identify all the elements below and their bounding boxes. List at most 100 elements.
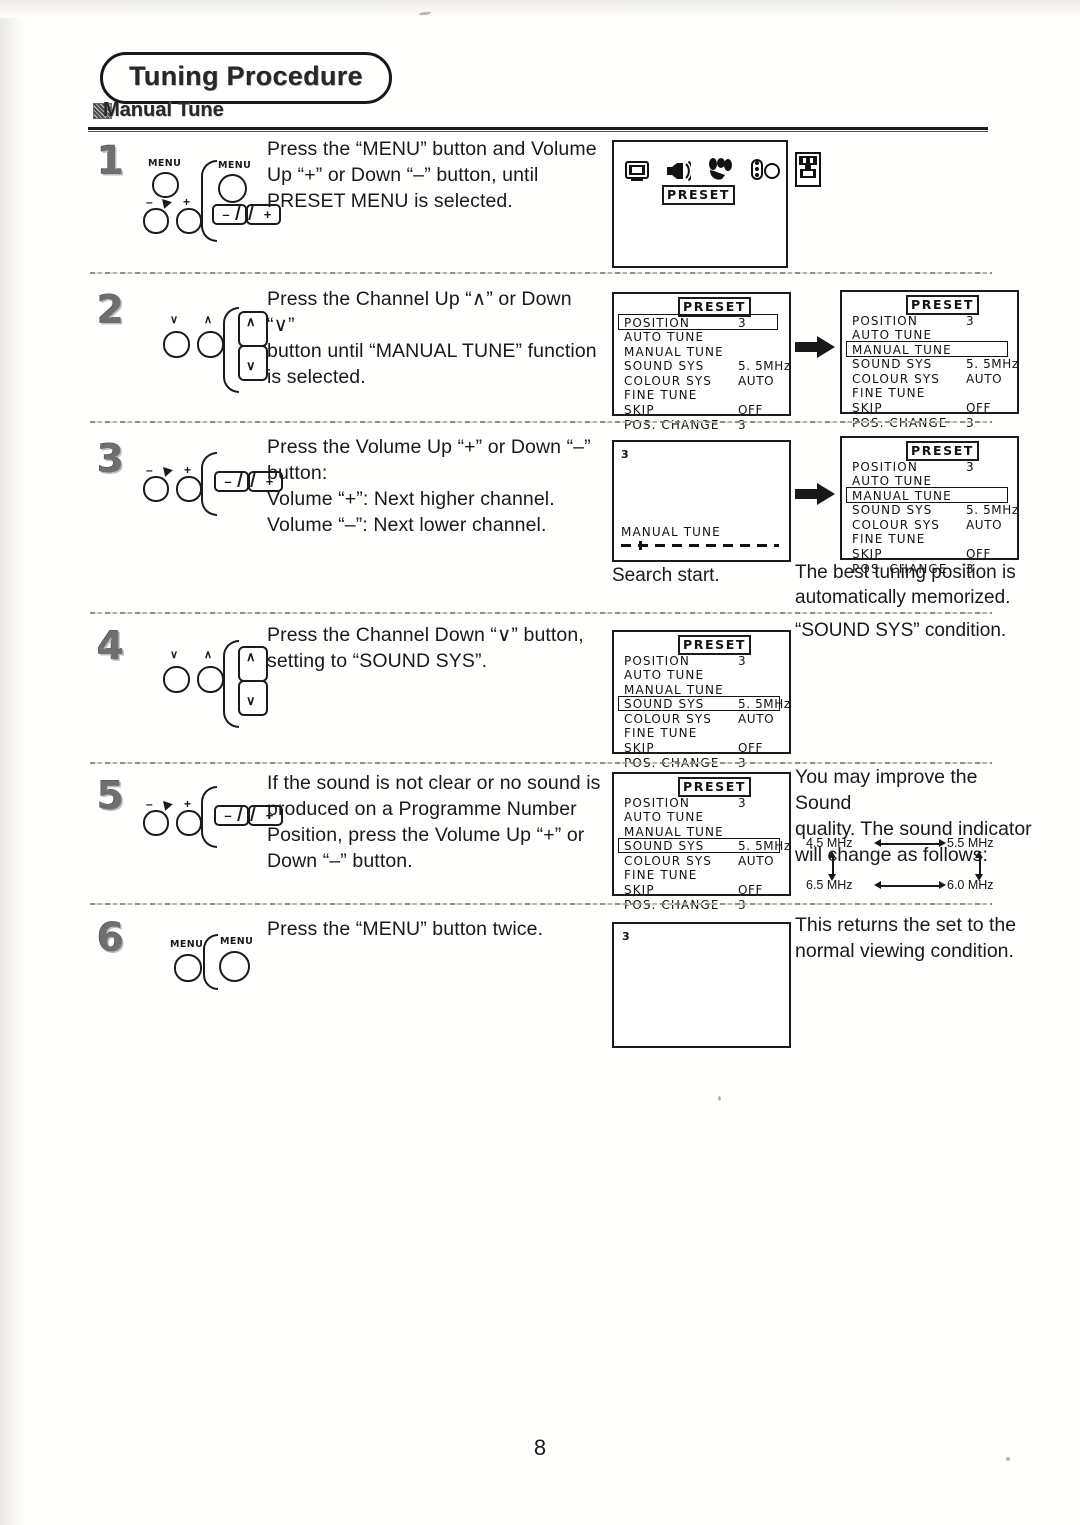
channel-down-key-symbol: ∨ (246, 358, 256, 373)
instruction-line: If the sound is not clear or no sound is (267, 772, 601, 794)
remote-volume-down-label: – (224, 474, 232, 489)
remote-volume-down-key[interactable]: – (214, 805, 249, 826)
step3-caption-left: Search start. (612, 565, 720, 586)
instruction-line: Volume “–”: Next lower channel. (267, 514, 547, 536)
step4-control-diagram: ∨ ∧ ∧ ∨ (150, 638, 270, 728)
menu-value: 3 (966, 459, 975, 474)
menu-label: COLOUR SYS (624, 711, 713, 726)
menu-label: FINE TUNE (852, 386, 926, 401)
note-line: You may improve the Sound (795, 766, 978, 814)
cycle-arrowhead (939, 839, 946, 847)
osd-header: PRESET (678, 635, 751, 655)
cycle-arrowhead (975, 874, 983, 881)
step2-instruction: Press the Channel Up “∧” or Down “∨” but… (267, 286, 597, 390)
step-separator (90, 421, 992, 423)
channel-down-symbol: ∨ (170, 649, 179, 661)
step6-instruction: Press the “MENU” button twice. (267, 916, 607, 942)
manual-tune-label: MANUAL TUNE (621, 525, 721, 539)
volume-triangle-icon (163, 799, 174, 811)
menu-value: OFF (738, 403, 764, 418)
channel-up-button[interactable] (197, 666, 224, 693)
remote-menu-button[interactable] (218, 174, 247, 203)
menu-label: SKIP (852, 401, 883, 416)
menu-label: SKIP (624, 403, 655, 418)
menu-label: POSITION (852, 313, 918, 328)
menu-label: SOUND SYS (852, 503, 933, 518)
menu-label: POS. CHANGE (624, 417, 720, 432)
remote-volume-down-key[interactable]: – (212, 204, 247, 225)
channel-up-key-symbol: ∧ (246, 314, 256, 329)
scan-speck (718, 1096, 721, 1101)
set-menu-button[interactable] (174, 954, 202, 982)
sound-cycle-bottom-right: 6.0 MHz (947, 878, 994, 892)
note-line: normal viewing condition. (795, 940, 1014, 962)
set-menu-label: MENU (148, 158, 182, 169)
volume-down-button[interactable] (143, 208, 169, 234)
tuning-bar (621, 544, 779, 547)
set-menu-button[interactable] (152, 172, 179, 198)
feature-icon (705, 158, 735, 187)
menu-label: SOUND SYS (624, 359, 705, 374)
preset-icon[interactable] (795, 152, 821, 187)
position-number: 3 (621, 448, 629, 461)
instruction-line: Press the Channel Up “∧” or Down “∨” (267, 288, 572, 336)
menu-value: 3 (738, 795, 747, 810)
step-number-2: 2 (97, 288, 125, 333)
flow-arrow-icon (795, 483, 835, 510)
sound-icon (663, 160, 694, 187)
instruction-line: button until “MANUAL TUNE” function (267, 340, 597, 362)
cycle-arrowhead (874, 839, 881, 847)
step2-osd-left: PRESET POSITION 3 AUTO TUNE MANUAL TUNE S… (612, 292, 791, 432)
instruction-line: is selected. (267, 366, 366, 388)
cycle-arrow-top (878, 843, 941, 845)
volume-down-button[interactable] (143, 476, 169, 502)
menu-value: AUTO (738, 853, 775, 868)
instruction-line: Volume “+”: Next higher channel. (267, 488, 555, 510)
menu-label: COLOUR SYS (852, 517, 941, 532)
instruction-line: setting to “SOUND SYS”. (267, 650, 488, 672)
step3-osd-right: PRESET POSITION 3 AUTO TUNE MANUAL TUNE S… (840, 436, 1019, 576)
channel-down-symbol: ∨ (170, 314, 179, 326)
position-number: 3 (622, 930, 630, 943)
remote-menu-label: MENU (218, 160, 252, 171)
menu-value: 3 (738, 653, 747, 668)
remote-volume-down-key[interactable]: – (214, 471, 249, 492)
volume-up-button[interactable] (176, 476, 202, 502)
step5-instruction: If the sound is not clear or no sound is… (267, 770, 612, 874)
menu-label: POSITION (624, 315, 690, 330)
cycle-arrowhead (828, 851, 836, 858)
cycle-arrowhead (939, 881, 946, 889)
menu-label: SOUND SYS (624, 697, 705, 712)
step3-search-screen: 3 MANUAL TUNE (612, 440, 791, 562)
channel-down-button[interactable] (163, 331, 190, 358)
scan-edge-left (0, 0, 26, 1525)
menu-label: MANUAL TUNE (624, 824, 724, 839)
step1-control-diagram: MENU – + MENU – + (140, 158, 281, 242)
remote-menu-button[interactable] (219, 951, 250, 982)
step4-instruction: Press the Channel Down “∨” button, setti… (267, 622, 607, 674)
cycle-arrow-left (832, 856, 834, 876)
step2-control-diagram: ∨ ∧ ∧ ∨ (150, 305, 270, 393)
volume-minus-symbol: – (146, 463, 153, 477)
header-rule (88, 127, 988, 130)
volume-up-button[interactable] (176, 810, 202, 836)
step3-instruction: Press the Volume Up “+” or Down “–” butt… (267, 434, 607, 538)
timer-icon (749, 158, 781, 187)
volume-up-button[interactable] (176, 208, 202, 234)
volume-down-button[interactable] (143, 810, 169, 836)
channel-up-symbol: ∧ (204, 649, 213, 661)
set-menu-label: MENU (170, 939, 204, 950)
volume-plus-symbol: + (184, 797, 192, 811)
osd-header: PRESET (678, 777, 751, 797)
volume-minus-symbol: – (146, 195, 153, 209)
channel-up-button[interactable] (197, 331, 224, 358)
menu-value: 5. 5MHz (738, 839, 791, 854)
menu-value: 5. 5MHz (738, 359, 791, 374)
cycle-arrow-right (979, 856, 981, 876)
instruction-line: Press the Channel Down “∨” button, (267, 624, 584, 646)
menu-value: OFF (738, 741, 764, 756)
remote-volume-down-label: – (222, 207, 230, 222)
channel-down-button[interactable] (163, 666, 190, 693)
page-number: 8 (533, 1435, 547, 1460)
menu-label: AUTO TUNE (624, 668, 705, 683)
